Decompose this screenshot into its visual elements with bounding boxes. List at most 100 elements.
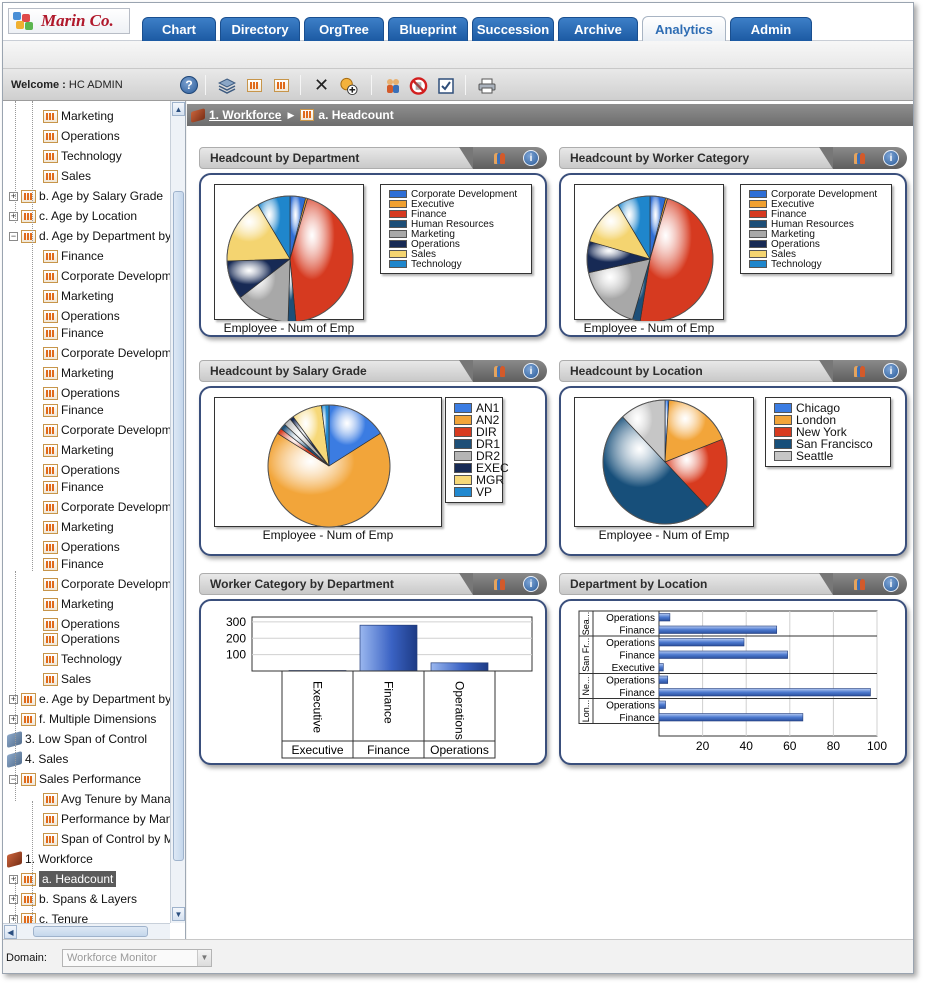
expand-icon[interactable]: + [9,894,18,904]
info-icon[interactable]: i [523,576,539,592]
hbar-san-fr-executive[interactable] [658,663,664,672]
tree-item-operations[interactable]: Operations [43,384,120,402]
tree-item-d-age-by-department-by-salary-grade[interactable]: − d. Age by Department by Salary Grade [9,227,185,245]
tree-item-technology[interactable]: Technology [43,650,122,668]
hbar-ne-operations[interactable] [658,675,669,684]
tree-item-4-sales[interactable]: 4. Sales [7,750,68,768]
expand-icon[interactable]: + [9,211,18,221]
tree-item-marketing[interactable]: Marketing [43,287,114,305]
bar-operations[interactable] [430,662,489,672]
help-icon[interactable]: ? [180,76,198,94]
collapse-icon[interactable]: − [9,231,18,241]
report-icon[interactable] [245,76,264,95]
scroll-up-icon[interactable]: ▲ [172,102,185,116]
tab-orgtree[interactable]: OrgTree [304,17,384,41]
tree-item-corporate-development[interactable]: Corporate Development [43,498,185,516]
logo[interactable]: Marin Co. [8,8,130,34]
expand-icon[interactable]: + [9,874,18,884]
info-icon[interactable]: i [523,363,539,379]
tree-item-performance-by-manager[interactable]: Performance by Manager [43,810,185,828]
tree-item-operations[interactable]: Operations [43,127,120,145]
tree-item-operations[interactable]: Operations [43,630,120,648]
tree-item-operations[interactable]: Operations [43,538,120,556]
tree-item-sales[interactable]: Sales [43,167,91,185]
tree-item-operations[interactable]: Operations [43,307,120,325]
tree-vertical-scrollbar[interactable]: ▲ ▼ [170,101,185,923]
tab-blueprint[interactable]: Blueprint [388,17,468,41]
tree-item-1-workforce[interactable]: 1. Workforce [7,850,93,868]
info-icon[interactable]: i [883,150,899,166]
tree-item-finance[interactable]: Finance [43,324,104,342]
tree-horizontal-scrollbar[interactable]: ◀ [3,923,170,939]
tree-item-finance[interactable]: Finance [43,247,104,265]
report-alt-icon[interactable] [272,76,291,95]
tree-item-span-of-control-by-manager[interactable]: Span of Control by Manager [43,830,185,848]
people-icon[interactable] [491,576,507,592]
people-icon[interactable] [851,150,867,166]
scroll-down-icon[interactable]: ▼ [172,907,185,921]
tree-item-marketing[interactable]: Marketing [43,107,114,125]
tree-item-sales[interactable]: Sales [43,670,91,688]
tree-item-corporate-development[interactable]: Corporate Development [43,575,185,593]
people-icon[interactable] [491,363,507,379]
breadcrumb-parent-link[interactable]: 1. Workforce [209,108,281,122]
tab-admin[interactable]: Admin [730,17,812,41]
expand-icon[interactable]: + [9,714,18,724]
tree-item-3-low-span-of-control[interactable]: 3. Low Span of Control [7,730,147,748]
tree-item-a-headcount[interactable]: + a. Headcount [9,870,117,888]
checkbox-icon[interactable] [436,76,455,95]
chevron-down-icon[interactable]: ▼ [197,950,211,966]
hbar-sea-operations[interactable] [658,613,671,622]
scroll-thumb[interactable] [173,191,184,861]
expand-icon[interactable]: + [9,694,18,704]
tree-item-marketing[interactable]: Marketing [43,364,114,382]
tab-directory[interactable]: Directory [220,17,300,41]
tab-archive[interactable]: Archive [558,17,638,41]
scroll-left-icon[interactable]: ◀ [4,925,17,939]
tree-item-avg-tenure-by-manager[interactable]: Avg Tenure by Manager [43,790,185,808]
tree-item-corporate-development[interactable]: Corporate Development [43,267,185,285]
people-icon[interactable] [851,363,867,379]
hbar-lon-operations[interactable] [658,700,666,709]
tree-item-e-age-by-department-by-location[interactable]: + e. Age by Department by Location [9,690,185,708]
info-icon[interactable]: i [883,363,899,379]
tree-item-finance[interactable]: Finance [43,401,104,419]
tree-item-marketing[interactable]: Marketing [43,595,114,613]
tree-item-sales-performance[interactable]: − Sales Performance [9,770,141,788]
hbar-san-fr-finance[interactable] [658,650,788,659]
people-icon[interactable] [383,76,402,95]
tree-item-c-age-by-location[interactable]: + c. Age by Location [9,207,137,225]
legend-label: Seattle [796,449,834,463]
block-icon[interactable] [409,76,428,95]
hbar-sea-finance[interactable] [658,625,778,634]
tab-chart[interactable]: Chart [142,17,216,41]
bar-finance[interactable] [359,624,418,672]
hbar-lon-finance[interactable] [658,713,804,722]
tree-item-technology[interactable]: Technology [43,147,122,165]
tree-item-corporate-development[interactable]: Corporate Development [43,344,185,362]
tree-item-corporate-development[interactable]: Corporate Development [43,421,185,439]
add-report-icon[interactable] [339,76,358,95]
people-icon[interactable] [851,576,867,592]
hbar-san-fr-operations[interactable] [658,638,745,647]
tree-item-f-multiple-dimensions[interactable]: + f. Multiple Dimensions [9,710,156,728]
tree-item-marketing[interactable]: Marketing [43,441,114,459]
tree-item-operations[interactable]: Operations [43,461,120,479]
collapse-icon[interactable]: − [9,774,18,784]
domain-select[interactable]: Workforce Monitor ▼ [62,949,212,967]
stack-icon[interactable] [217,76,236,95]
tree-item-b-spans-layers[interactable]: + b. Spans & Layers [9,890,137,908]
people-icon[interactable] [491,150,507,166]
tree-item-finance[interactable]: Finance [43,478,104,496]
scroll-thumb-horizontal[interactable] [33,926,148,937]
hbar-ne-finance[interactable] [658,688,871,697]
tab-succession[interactable]: Succession [472,17,554,41]
info-icon[interactable]: i [883,576,899,592]
tree-item-finance[interactable]: Finance [43,555,104,573]
delete-icon[interactable]: ✕ [312,75,331,95]
print-icon[interactable] [477,76,496,95]
info-icon[interactable]: i [523,150,539,166]
tree-item-marketing[interactable]: Marketing [43,518,114,536]
expand-icon[interactable]: + [9,191,18,201]
tab-analytics[interactable]: Analytics [642,16,726,41]
